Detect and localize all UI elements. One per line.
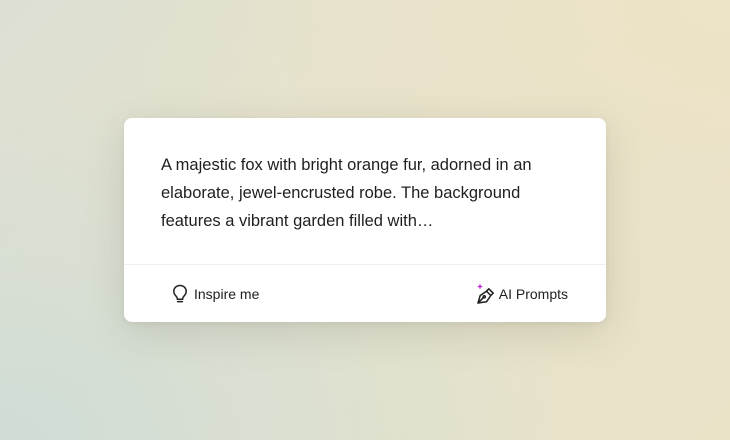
prompt-input[interactable]: A majestic fox with bright orange fur, a… <box>161 151 571 251</box>
ai-prompts-label: AI Prompts <box>498 286 568 302</box>
ai-prompts-button[interactable]: AI Prompts <box>475 282 568 306</box>
lightbulb-icon <box>170 283 190 305</box>
inspire-me-button[interactable]: Inspire me <box>170 282 259 306</box>
prompt-card: A majestic fox with bright orange fur, a… <box>124 118 606 322</box>
card-divider <box>124 264 606 265</box>
inspire-me-label: Inspire me <box>194 286 260 302</box>
pen-sparkle-icon <box>475 283 495 305</box>
